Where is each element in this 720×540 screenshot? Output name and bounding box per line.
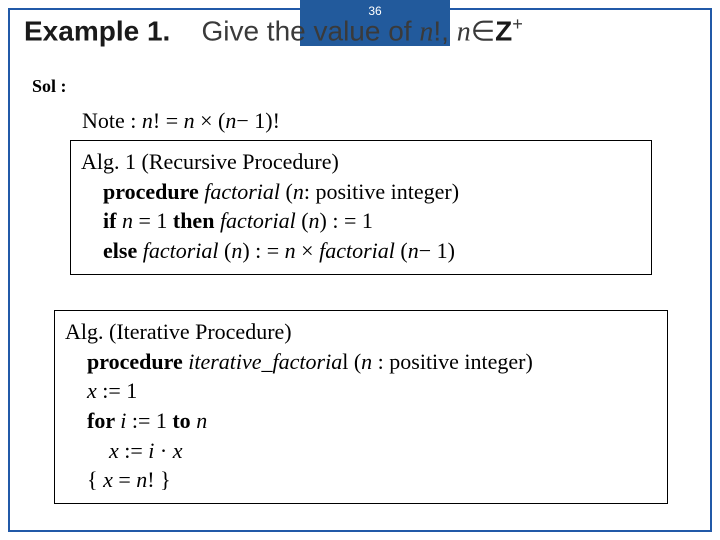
alg2-line5: { x = n! } <box>65 465 657 495</box>
solution-label: Sol : <box>32 76 67 97</box>
example-label: Example 1. <box>24 15 170 46</box>
algorithm-2-box: Alg. (Iterative Procedure) procedure ite… <box>54 310 668 504</box>
alg1-line3: else factorial (n) : = n × factorial (n−… <box>81 236 641 266</box>
algorithm-1-box: Alg. 1 (Recursive Procedure) procedure f… <box>70 140 652 275</box>
alg2-line2: x := 1 <box>65 376 657 406</box>
alg1-line1: procedure factorial (n: positive integer… <box>81 177 641 207</box>
note-line: Note : n! = n × (n− 1)! <box>82 108 280 134</box>
alg1-line2: if n = 1 then factorial (n) : = 1 <box>81 206 641 236</box>
alg2-line4: x := i · x <box>65 436 657 466</box>
alg2-line1: procedure iterative_factorial (n : posit… <box>65 347 657 377</box>
alg1-heading: Alg. 1 (Recursive Procedure) <box>81 147 641 177</box>
alg2-heading: Alg. (Iterative Procedure) <box>65 317 657 347</box>
slide-title: Example 1. Give the value of n!, n∈Z+ <box>24 14 523 48</box>
alg2-line3: for i := 1 to n <box>65 406 657 436</box>
title-text: Give the value of <box>201 15 419 46</box>
